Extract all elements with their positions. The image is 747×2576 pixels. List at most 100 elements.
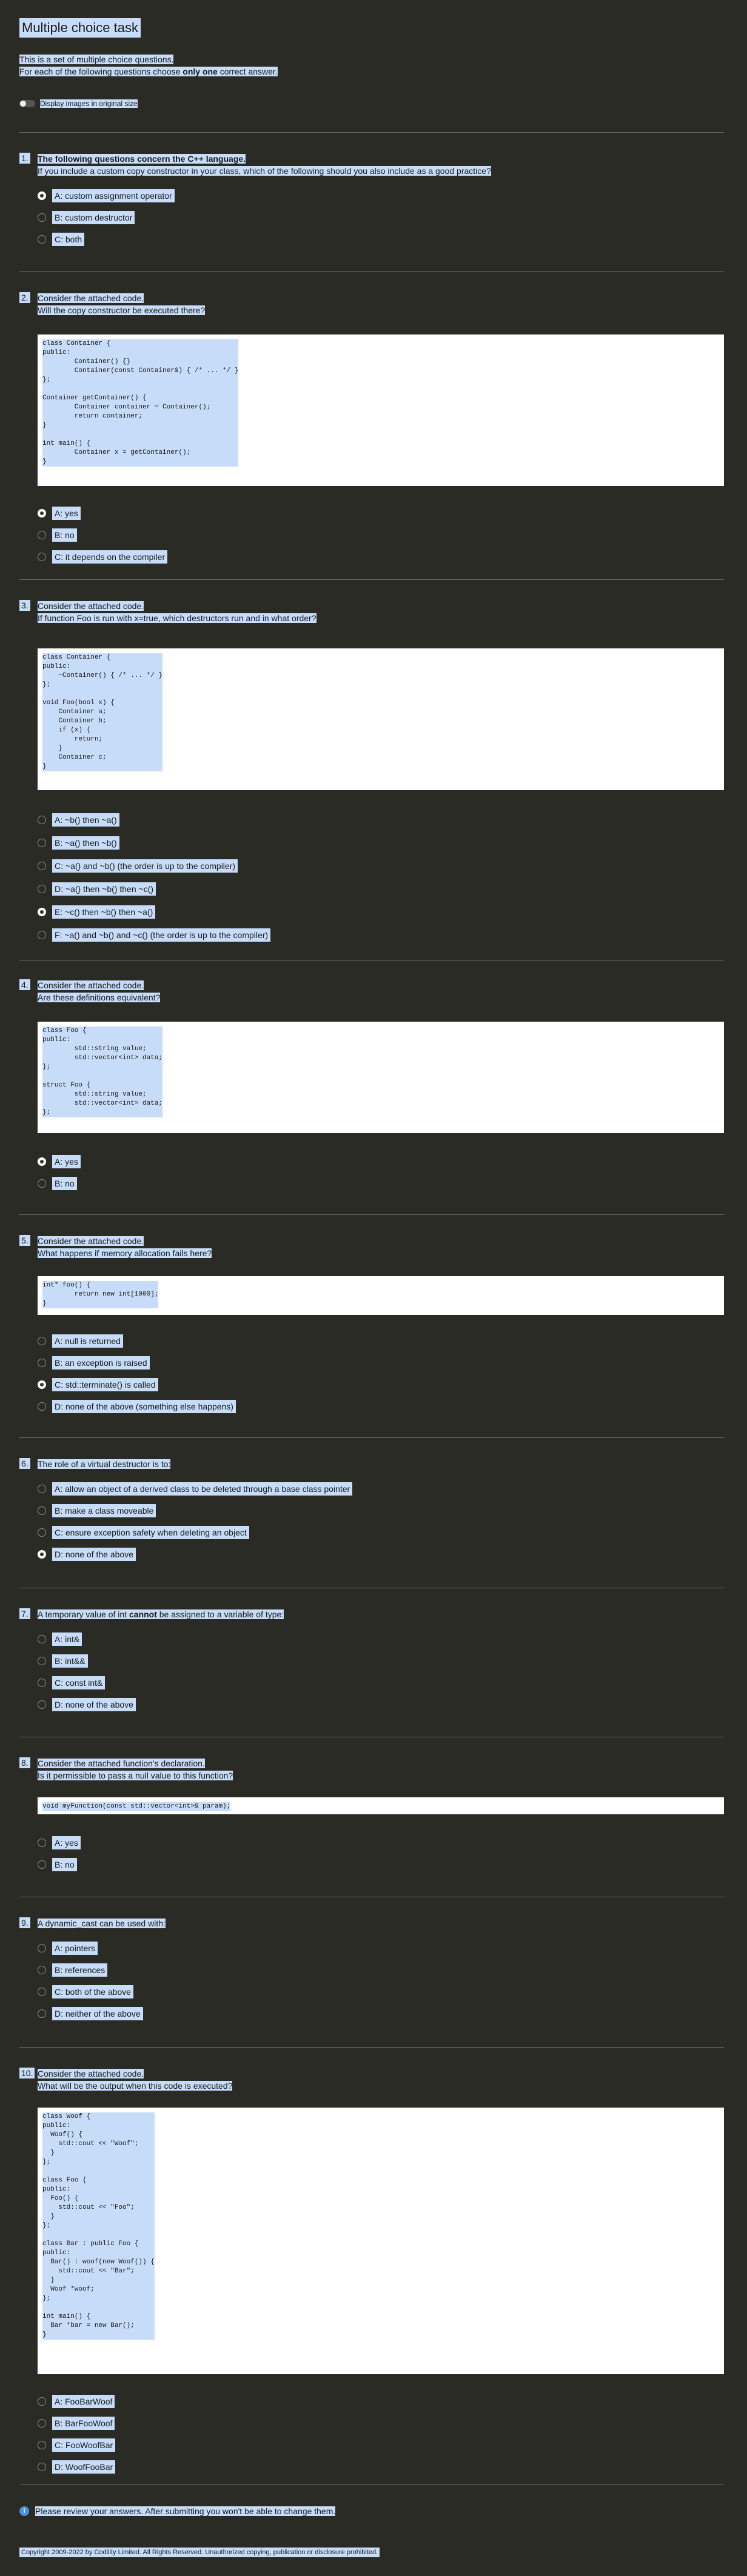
answer-option[interactable]: A: allow an object of a derived class to… [38,1481,353,1497]
radio-button[interactable] [38,885,46,893]
submit-note: i Please review your answers. After subm… [19,2506,336,2516]
radio-button[interactable] [38,1988,46,1996]
question-number: 1. [19,153,30,164]
answer-option[interactable]: B: make a class moveable [38,1503,156,1519]
radio-button[interactable] [38,1380,46,1389]
answer-option[interactable]: D: none of the above (something else hap… [38,1399,236,1414]
question-number: 8. [19,1757,30,1768]
radio-button[interactable] [38,1485,46,1493]
question-text: The role of a virtual destructor is to: [38,1458,171,1470]
radio-button[interactable] [38,2419,46,2428]
radio-button[interactable] [38,191,46,200]
answer-option[interactable]: B: no [38,1857,77,1872]
radio-button[interactable] [38,1944,46,1952]
answer-option[interactable]: A: yes [38,1154,81,1170]
answer-option[interactable]: A: null is returned [38,1333,123,1349]
answer-option[interactable]: A: pointers [38,1940,98,1956]
code-text: class Container { public: ~Container() {… [42,653,163,771]
question-text: Consider the attached code. What will be … [38,2068,233,2092]
answer-option[interactable]: C: const int& [38,1675,106,1691]
radio-button[interactable] [38,1179,46,1188]
intro-line-2: For each of the following questions choo… [19,67,278,76]
radio-button[interactable] [38,931,46,939]
radio-button[interactable] [38,1359,46,1367]
radio-button[interactable] [38,1679,46,1687]
answer-option[interactable]: D: none of the above [38,1546,136,1562]
answer-option[interactable]: B: ~a() then ~b() [38,835,119,851]
answer-option[interactable]: C: FooWoofBar [38,2437,116,2453]
answer-option[interactable]: B: no [38,1176,77,1191]
answer-option[interactable]: C: it depends on the compiler [38,549,168,565]
radio-button[interactable] [38,862,46,870]
answer-option[interactable]: E: ~c() then ~b() then ~a() [38,904,156,920]
answer-option-label: B: custom destructor [52,211,135,224]
radio-button[interactable] [38,2463,46,2471]
answer-option[interactable]: C: both of the above [38,1984,134,2000]
answer-option[interactable]: A: ~b() then ~a() [38,812,119,828]
answer-option[interactable]: A: custom assignment operator [38,188,175,204]
radio-button[interactable] [38,213,46,222]
answer-option-label: B: make a class moveable [52,1504,156,1517]
answer-option[interactable]: A: int& [38,1631,82,1647]
answer-option-label: A: null is returned [52,1334,123,1348]
radio-button[interactable] [38,531,46,539]
answer-option-label: D: none of the above [52,1548,136,1561]
radio-button[interactable] [38,908,46,916]
answer-option[interactable]: D: none of the above [38,1697,136,1712]
radio-button[interactable] [38,1860,46,1869]
answer-option[interactable]: C: both [38,231,85,247]
radio-button[interactable] [38,2441,46,2449]
question-number: 5. [19,1235,30,1246]
radio-button[interactable] [38,1657,46,1665]
image-size-toggle-row[interactable]: Display images in original size [19,99,138,108]
answer-option[interactable]: B: custom destructor [38,210,135,225]
radio-button[interactable] [38,553,46,561]
answer-option[interactable]: B: references [38,1962,108,1978]
answer-option[interactable]: D: ~a() then ~b() then ~c() [38,881,156,897]
answer-option[interactable]: D: neither of the above [38,2006,143,2022]
radio-button[interactable] [38,1966,46,1974]
radio-button[interactable] [38,1700,46,1709]
radio-button[interactable] [38,2397,46,2406]
section-divider [19,2484,724,2485]
answer-option-label: B: an exception is raised [52,1356,150,1370]
answer-option[interactable]: D: WoofFooBar [38,2459,116,2475]
radio-button[interactable] [38,1550,46,1559]
radio-button[interactable] [38,1402,46,1411]
answer-option[interactable]: A: yes [38,1835,81,1851]
answer-option[interactable]: B: BarFooWoof [38,2415,115,2431]
question-text: A dynamic_cast can be used with: [38,1917,166,1929]
radio-button[interactable] [38,2009,46,2018]
info-icon: i [19,2506,29,2516]
answer-option[interactable]: B: int&& [38,1653,88,1669]
intro-text: This is a set of multiple choice questio… [19,53,278,78]
answer-option-label: A: FooBarWoof [52,2395,115,2408]
radio-button[interactable] [38,235,46,244]
answer-option[interactable]: B: an exception is raised [38,1355,150,1371]
answer-option[interactable]: F: ~a() and ~b() and ~c() (the order is … [38,927,271,943]
page-title: Multiple choice task [19,18,141,38]
answer-option-label: B: no [52,528,77,542]
answer-option[interactable]: C: std::terminate() is called [38,1377,158,1393]
radio-button[interactable] [38,1528,46,1537]
answer-option[interactable]: C: ensure exception safety when deleting… [38,1525,249,1540]
section-divider [19,579,724,580]
answer-option[interactable]: B: no [38,527,77,543]
answer-option[interactable]: A: yes [38,505,81,521]
radio-button[interactable] [38,839,46,847]
radio-button[interactable] [38,1506,46,1515]
radio-button[interactable] [38,1839,46,1847]
radio-button[interactable] [38,1337,46,1345]
answer-option[interactable]: A: FooBarWoof [38,2394,115,2409]
question-number: 4. [19,979,30,990]
radio-button[interactable] [38,509,46,518]
answer-option[interactable]: C: ~a() and ~b() (the order is up to the… [38,858,238,874]
answer-option-label: C: both [52,233,85,246]
question-line-2: If you include a custom copy constructor… [38,166,491,176]
question-line-2: What happens if memory allocation fails … [38,1248,212,1258]
radio-button[interactable] [38,816,46,824]
radio-button[interactable] [38,1635,46,1643]
radio-button[interactable] [38,1157,46,1166]
image-size-toggle[interactable] [19,100,35,107]
answer-option-label: D: neither of the above [52,2007,143,2020]
